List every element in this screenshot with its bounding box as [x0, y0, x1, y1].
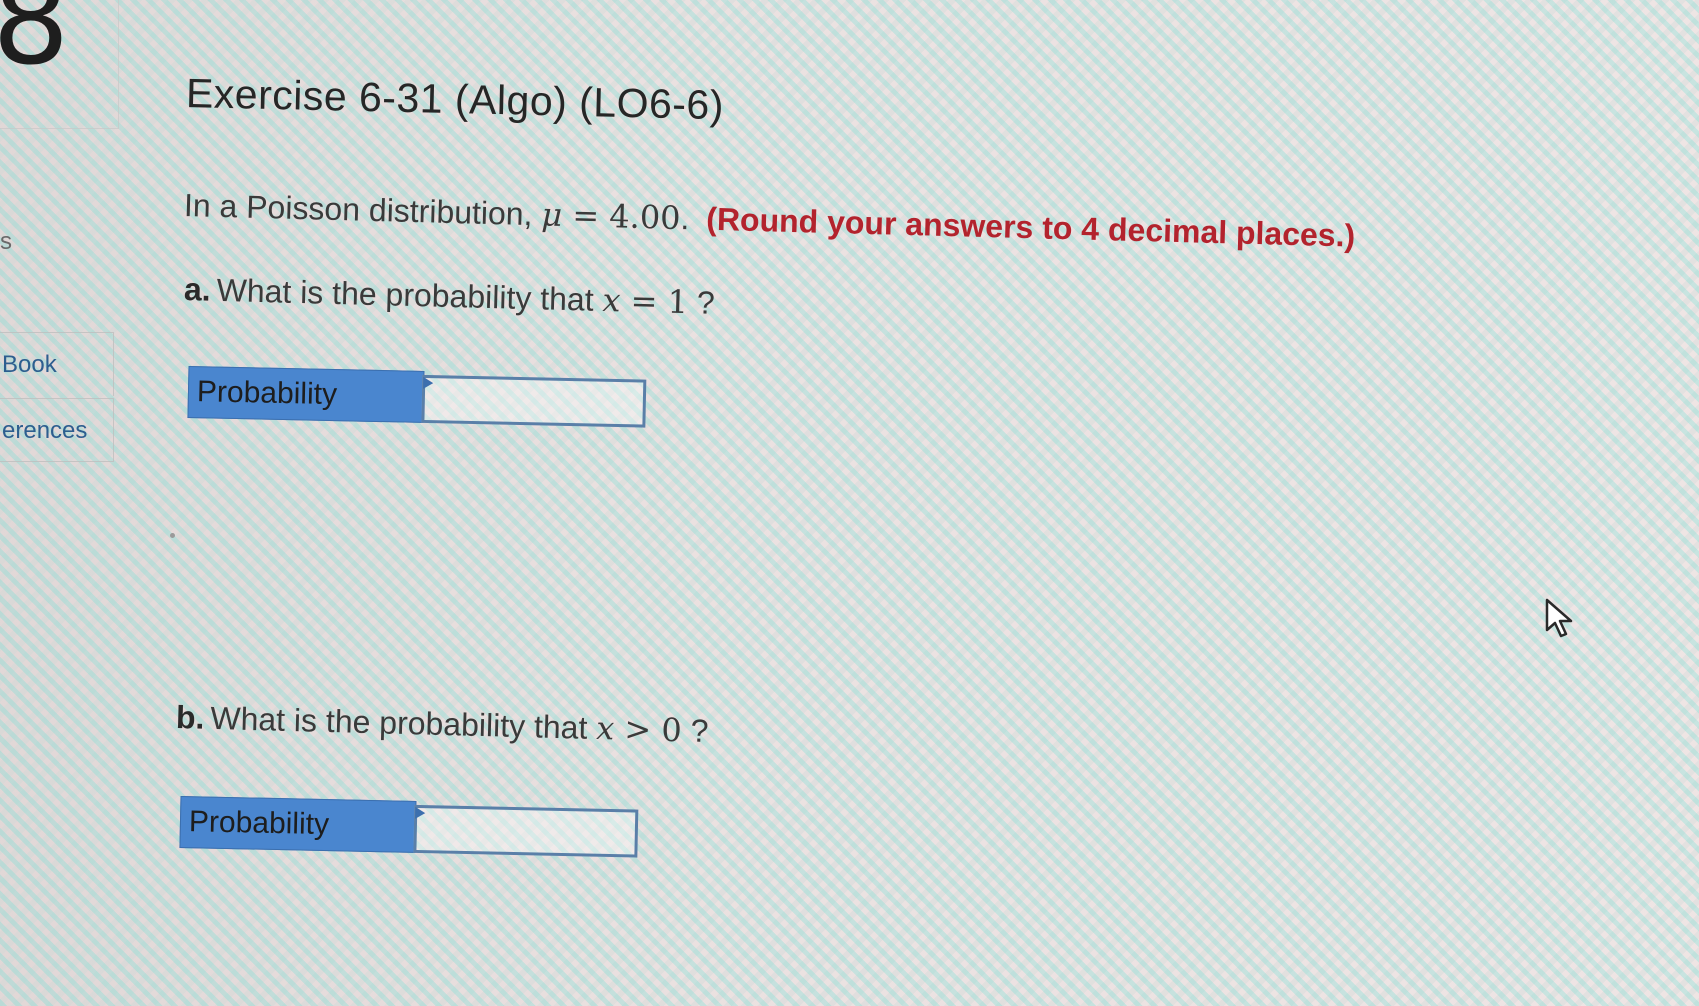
answer-row-b: Probability — [179, 796, 639, 858]
question-b-var: x — [595, 709, 615, 748]
ebook-link[interactable]: Book — [0, 332, 114, 396]
answer-row-a: Probability — [187, 366, 647, 428]
mu-value: 4.00 — [608, 197, 682, 237]
answer-a-input[interactable] — [421, 374, 647, 428]
intro-end: . — [680, 200, 690, 237]
question-a-letter: a. — [183, 271, 212, 308]
question-a: a. What is the probability that x = 1 ? — [184, 270, 716, 322]
question-a-operator: = — [620, 281, 669, 321]
input-flag-icon — [415, 806, 426, 820]
equals-sign: = — [561, 195, 610, 236]
mouse-pointer-icon — [1545, 598, 1575, 643]
question-a-end: ? — [687, 284, 716, 321]
question-number-panel: 8 — [0, 0, 119, 129]
question-b-letter: b. — [175, 699, 205, 736]
question-number: 8 — [0, 0, 70, 92]
references-link[interactable]: erences — [0, 398, 114, 462]
sidebar-partial-label: s — [0, 228, 12, 255]
problem-statement: In a Poisson distribution, μ = 4.00. (Ro… — [184, 186, 1356, 255]
question-b-end: ? — [681, 712, 709, 749]
question-a-value: 1 — [667, 282, 689, 322]
question-b: b. What is the probability that x > 0 ? — [176, 698, 709, 750]
exercise-title: Exercise 6-31 (Algo) (LO6-6) — [185, 70, 725, 129]
question-a-var: x — [602, 280, 622, 320]
input-flag-icon — [423, 376, 434, 390]
mu-symbol: μ — [540, 195, 563, 234]
question-a-text: What is the probability that — [216, 271, 603, 318]
bullet-dot — [170, 533, 175, 538]
answer-b-label: Probability — [179, 796, 417, 853]
answer-a-label: Probability — [187, 366, 425, 423]
question-b-value: 0 — [660, 710, 683, 750]
intro-text: In a Poisson distribution, — [183, 187, 542, 233]
question-b-operator: > — [613, 709, 662, 749]
rounding-instruction: (Round your answers to 4 decimal places.… — [705, 200, 1356, 254]
answer-b-input[interactable] — [413, 804, 639, 858]
question-b-text: What is the probability that — [209, 699, 597, 746]
